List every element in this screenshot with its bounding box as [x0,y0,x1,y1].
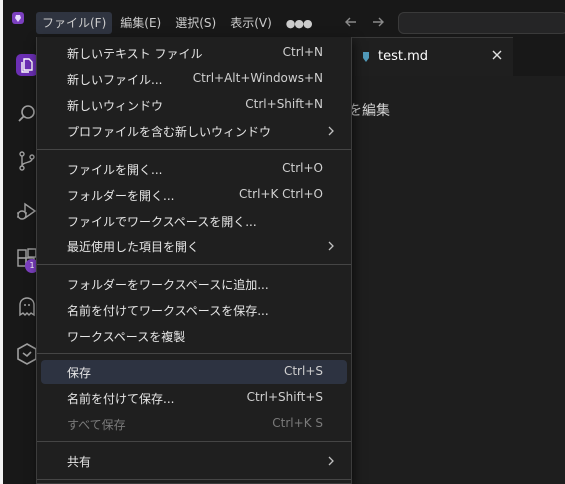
menu-item-open-file[interactable]: ファイルを開く... Ctrl+O [41,157,347,181]
menu-item-save-all[interactable]: すべて保存 Ctrl+K S [41,412,347,436]
tab-test-md[interactable]: test.md [350,37,513,76]
menu-selection[interactable]: 選択(S) [169,12,222,34]
menu-item-save-as[interactable]: 名前を付けて保存... Ctrl+Shift+S [41,386,347,410]
menu-item-new-text-file[interactable]: 新しいテキスト ファイル Ctrl+N [41,41,347,65]
app-logo-icon [12,12,24,24]
tab-label: test.md [378,49,429,64]
menu-item-open-recent[interactable]: 最近使用した項目を開く [41,234,347,258]
close-icon[interactable] [488,46,506,64]
editor-text: を編集 [348,103,390,119]
chevron-right-icon [328,126,334,136]
menu-item-new-file[interactable]: 新しいファイル... Ctrl+Alt+Windows+N [41,67,347,91]
menu-separator [37,149,351,150]
file-menu: 新しいテキスト ファイル Ctrl+N 新しいファイル... Ctrl+Alt+… [36,37,352,484]
ghost-icon[interactable] [16,296,38,318]
more-menu-button[interactable]: ●●● [280,12,318,34]
markdown-icon [363,52,369,62]
arrow-right-icon[interactable] [370,14,386,30]
menu-separator [37,353,351,354]
explorer-icon[interactable] [16,54,38,76]
menu-item-duplicate-workspace[interactable]: ワークスペースを複製 [41,324,347,348]
hexagon-icon[interactable] [16,343,38,365]
menu-item-new-window-with-profile[interactable]: プロファイルを含む新しいウィンドウ [41,119,347,143]
run-debug-icon[interactable] [16,200,38,222]
menu-separator [37,479,351,480]
search-icon[interactable] [16,103,38,125]
menu-item-new-window[interactable]: 新しいウィンドウ Ctrl+Shift+N [41,93,347,117]
menu-view[interactable]: 表示(V) [224,12,278,34]
menu-item-share[interactable]: 共有 [41,449,347,473]
menu-item-save-workspace-as[interactable]: 名前を付けてワークスペースを保存... [41,298,347,322]
arrow-left-icon[interactable] [343,14,359,30]
menu-item-save[interactable]: 保存 Ctrl+S [41,360,347,384]
menu-edit[interactable]: 編集(E) [114,12,167,34]
menu-item-open-workspace-from-file[interactable]: ファイルでワークスペースを開く... [41,209,347,233]
chevron-right-icon [328,241,334,251]
command-center-search[interactable] [398,12,565,34]
menu-separator [37,264,351,265]
menu-file[interactable]: ファイル(F) [36,12,113,34]
more-horizontal-icon: ●●● [285,17,313,30]
menu-bar: ファイル(F) 編集(E) 選択(S) 表示(V) ●●● [36,12,318,34]
menu-item-add-folder-to-workspace[interactable]: フォルダーをワークスペースに追加... [41,272,347,296]
source-control-icon[interactable] [16,150,38,172]
menu-item-open-folder[interactable]: フォルダーを開く... Ctrl+K Ctrl+O [41,183,347,207]
menu-separator [37,441,351,442]
chevron-right-icon [328,456,334,466]
